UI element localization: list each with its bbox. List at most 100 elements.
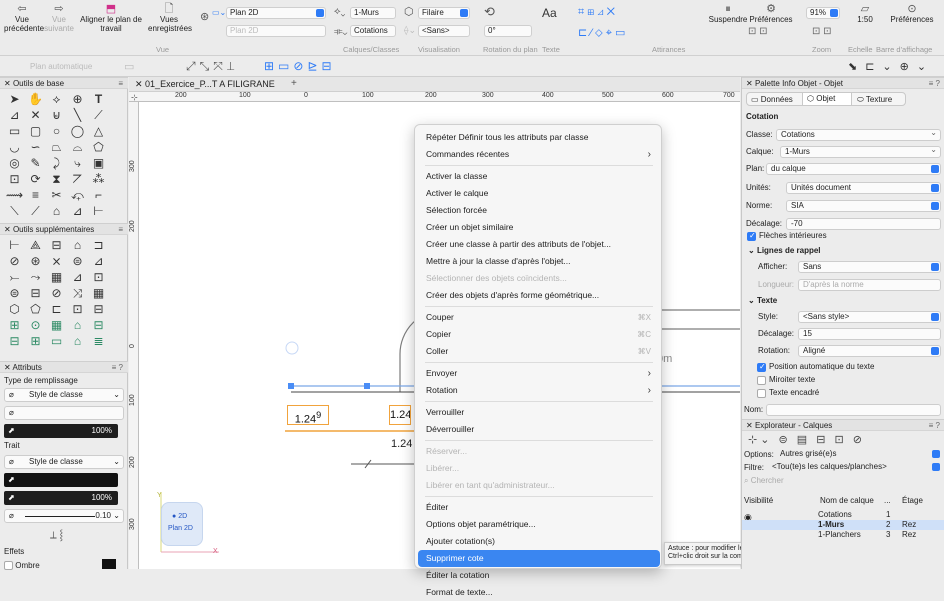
display-field[interactable]: Sans bbox=[798, 261, 941, 273]
stair-tool-icon[interactable]: ⊿ bbox=[67, 203, 88, 219]
move-tool-icon[interactable]: ⤽ bbox=[67, 187, 88, 203]
col-layer-name[interactable]: Nom de calque bbox=[820, 495, 874, 507]
extra-tool-icon[interactable]: ⌂ bbox=[67, 237, 88, 253]
mode-icons[interactable]: ⤢⤡⤧⊥ bbox=[186, 59, 239, 74]
wall-tool-icon[interactable]: ⟍ bbox=[4, 203, 25, 219]
menu-item[interactable]: Créer un objet similaire bbox=[415, 219, 663, 236]
scale-button[interactable]: ⏥ 1:50 bbox=[852, 3, 878, 24]
shadow-checkbox[interactable] bbox=[4, 561, 13, 571]
triangle-tool-icon[interactable]: △ bbox=[88, 123, 109, 139]
menu-item[interactable]: Mettre à jour la classe d'après l'objet.… bbox=[415, 253, 663, 270]
extra-tool-icon[interactable]: ⊡ bbox=[88, 269, 109, 285]
extra-tool-icon[interactable]: ⌂ bbox=[67, 317, 88, 333]
extra-tools-header[interactable]: ✕ Outils supplémentaires ≡ bbox=[0, 223, 128, 235]
rotation-field[interactable]: Aligné bbox=[798, 345, 941, 357]
plane-field[interactable]: du calque bbox=[766, 163, 941, 175]
menu-item[interactable]: Activer le calque bbox=[415, 185, 663, 202]
col-more[interactable]: ... bbox=[884, 495, 891, 507]
menu-item[interactable]: Éditer bbox=[415, 499, 663, 516]
style-field[interactable]: <Sans style> bbox=[798, 311, 941, 323]
extra-tool-icon[interactable]: ▭ bbox=[46, 333, 67, 349]
extra-tool-icon[interactable]: ⊟ bbox=[4, 333, 25, 349]
extra-tool-icon[interactable]: ⊞ bbox=[25, 333, 46, 349]
menu-item[interactable]: Sélection forcée bbox=[415, 202, 663, 219]
image-tool-icon[interactable]: ▣ bbox=[88, 155, 109, 171]
display-preferences-button[interactable]: ⊙ Préférences bbox=[884, 3, 940, 24]
basic-tools-header[interactable]: ✕ Outils de base ≡ bbox=[0, 77, 128, 89]
circle-tool-icon[interactable]: ○ bbox=[46, 123, 67, 139]
view-select[interactable]: Plan 2D bbox=[226, 7, 326, 19]
close-icon[interactable]: ✕ bbox=[4, 225, 13, 234]
x-tool-icon[interactable]: ✕ bbox=[25, 107, 46, 123]
menu-item[interactable]: Verrouiller bbox=[415, 404, 663, 421]
align-plane-button[interactable]: ⬒ Aligner le plan de travail bbox=[80, 3, 142, 33]
menu-item[interactable]: Options objet paramétrique... bbox=[415, 516, 663, 533]
auto-plane-toggle[interactable]: ▭ bbox=[124, 60, 134, 73]
auto-plane-label[interactable]: Plan automatique bbox=[30, 62, 92, 71]
extra-tool-icon[interactable]: ⊿ bbox=[67, 269, 88, 285]
connect-tool-icon[interactable]: ≡ bbox=[25, 187, 46, 203]
extra-tool-icon[interactable]: ⊙ bbox=[25, 317, 46, 333]
dimension-label[interactable]: 1.24 bbox=[389, 405, 411, 425]
layer-select[interactable]: 1-Murs bbox=[350, 7, 396, 19]
offset-tool-icon[interactable]: ⊡ bbox=[4, 171, 25, 187]
zoom-field[interactable]: 91% bbox=[806, 7, 840, 19]
menu-item[interactable]: Ajouter cotation(s) bbox=[415, 533, 663, 550]
plane-rotation-icon[interactable]: ⟲ bbox=[484, 4, 495, 20]
polygon-tool-icon[interactable]: ⬠ bbox=[88, 139, 109, 155]
extra-tool-icon[interactable]: ⊟ bbox=[88, 301, 109, 317]
pan-tool-icon[interactable]: ✋ bbox=[25, 91, 46, 107]
extra-tool-icon[interactable]: ⊡ bbox=[67, 301, 88, 317]
reshape-tool-icon[interactable]: ⤷ bbox=[67, 155, 88, 171]
hatch-tool-icon[interactable]: ⊌ bbox=[46, 107, 67, 123]
layer-field[interactable]: 1-Murs bbox=[780, 145, 941, 158]
filter-field[interactable]: <Tou(te)s les calques/planches> bbox=[768, 462, 941, 474]
polyline-tool-icon[interactable]: ⏢ bbox=[46, 139, 67, 155]
menu-item[interactable]: Créer des objets d'après forme géométriq… bbox=[415, 287, 663, 304]
extra-tool-icon[interactable]: ⬠ bbox=[25, 301, 46, 317]
text-offset-field[interactable]: 15 bbox=[798, 328, 941, 340]
dimension-label[interactable]: 1.249 bbox=[287, 405, 329, 426]
stroke-opacity-bar[interactable]: ⬈ 100% bbox=[4, 491, 118, 505]
layer-row-active[interactable]: 1-Murs 2 Rez bbox=[742, 520, 944, 530]
shape-mode-icons[interactable]: ⊞▭⊘⊵⊟ bbox=[264, 59, 336, 73]
extra-tool-icon[interactable]: ⬡ bbox=[4, 301, 25, 317]
render-mode-select[interactable]: Filaire bbox=[418, 7, 470, 19]
projection-select[interactable]: <Sans> bbox=[418, 25, 470, 37]
auto-position-checkbox[interactable] bbox=[757, 362, 766, 372]
framed-text-checkbox[interactable] bbox=[757, 389, 766, 398]
menu-item[interactable]: Copier ⌘C bbox=[415, 326, 663, 343]
extra-tool-icon[interactable]: ⨯ bbox=[46, 253, 67, 269]
selection-handle[interactable] bbox=[288, 383, 294, 389]
standard-field[interactable]: SIA bbox=[786, 200, 941, 212]
col-visibility[interactable]: Visibilité bbox=[744, 495, 773, 507]
extra-tool-icon[interactable]: ▦ bbox=[88, 285, 109, 301]
view-secondary-select[interactable]: Plan 2D bbox=[226, 25, 326, 37]
menu-icon[interactable]: ≡ ? bbox=[112, 362, 123, 374]
plan-2d-badge[interactable]: ● 2D Plan 2D bbox=[161, 502, 203, 546]
flyover-tool-icon[interactable]: ⟡ bbox=[46, 91, 67, 107]
name-field[interactable] bbox=[766, 404, 941, 416]
fill-style-select[interactable]: ⌀ Style de classe ⌄ bbox=[4, 388, 124, 402]
freehand-tool-icon[interactable]: ⌓ bbox=[67, 139, 88, 155]
length-field[interactable]: D'après la norme bbox=[798, 279, 941, 291]
roof-tool-icon[interactable]: ⌂ bbox=[46, 203, 67, 219]
previous-view-button[interactable]: ⇦ Vue précédente bbox=[4, 3, 44, 33]
explorer-toolbar-icons[interactable]: ⊹⌄ ⊜ ▤ ⊟ ⊡ ⊘ bbox=[748, 433, 865, 446]
inner-arrows-checkbox[interactable] bbox=[747, 231, 756, 241]
class-select[interactable]: Cotations bbox=[350, 25, 396, 37]
attributes-header[interactable]: ✕ Attributs ≡ ? bbox=[0, 361, 128, 373]
menu-item[interactable]: Envoyer › bbox=[415, 365, 663, 382]
attribute-tool-icon[interactable]: ⤸ bbox=[46, 155, 67, 171]
double-line-tool-icon[interactable]: ⟋ bbox=[88, 107, 109, 123]
menu-item[interactable]: Commandes récentes › bbox=[415, 146, 663, 163]
tab-donnees[interactable]: ▭ Données bbox=[751, 95, 793, 104]
extra-tool-icon[interactable]: ⊘ bbox=[46, 285, 67, 301]
display-bar-icons[interactable]: ⬊⊏⌄⊕⌄ bbox=[848, 60, 934, 73]
extra-tool-icon[interactable]: ▦ bbox=[46, 317, 67, 333]
tab-objet[interactable]: ⬡ Objet bbox=[802, 93, 852, 105]
menu-item[interactable]: Éditer la cotation bbox=[415, 567, 663, 584]
close-icon[interactable]: ✕ bbox=[746, 79, 755, 88]
extra-tool-icon[interactable]: ⤳ bbox=[25, 269, 46, 285]
fillet-tool-icon[interactable]: ⦢ bbox=[67, 171, 88, 187]
